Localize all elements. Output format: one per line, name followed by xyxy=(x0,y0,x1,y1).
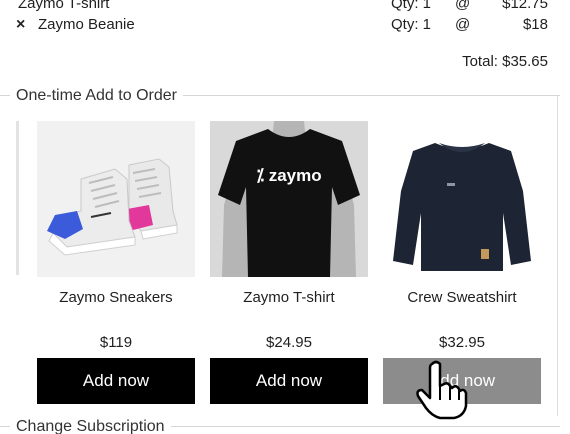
product-name: Zaymo Sneakers xyxy=(59,289,173,306)
product-price: $119 xyxy=(99,334,133,351)
addon-section-header: One-time Add to Order xyxy=(0,85,560,107)
product-card: Zaymo Sneakers $119 Add now xyxy=(37,121,195,404)
order-item-at: @ xyxy=(455,0,471,12)
change-subscription-title: Change Subscription xyxy=(10,416,171,434)
product-image[interactable] xyxy=(37,121,195,277)
close-icon[interactable]: × xyxy=(16,14,25,36)
order-item-price: $12.75 xyxy=(502,0,548,12)
order-item-name: Zaymo Beanie xyxy=(38,16,135,33)
order-total: Total: $35.65 xyxy=(462,53,548,70)
product-name: Crew Sweatshirt xyxy=(407,289,517,306)
addon-section-title: One-time Add to Order xyxy=(10,85,183,107)
order-item-name: Zaymo T-shirt xyxy=(18,0,110,12)
product-name: Zaymo T-shirt xyxy=(243,289,335,306)
product-image[interactable]: ⁒ zaymo xyxy=(210,121,368,277)
product-card: ⁒ zaymo Zaymo T-shirt $24.95 Add now xyxy=(210,121,368,404)
order-item-price: $18 xyxy=(522,16,548,33)
carousel-left-edge xyxy=(16,121,19,275)
sweatshirt-image xyxy=(383,121,541,277)
add-now-button[interactable]: Add now xyxy=(37,358,195,404)
product-card: Crew Sweatshirt $32.95 Add now xyxy=(383,121,541,404)
svg-text:⁒ zaymo: ⁒ zaymo xyxy=(256,166,321,185)
add-now-button[interactable]: Add now xyxy=(383,358,541,404)
product-price: $24.95 xyxy=(266,334,312,351)
order-item-qty: Qty: 1 xyxy=(391,0,432,12)
order-item-qty: Qty: 1 xyxy=(391,16,432,33)
section-right-border xyxy=(557,96,558,416)
order-item-at: @ xyxy=(455,16,471,33)
order-line-item: × Zaymo Beanie Qty: 1 @ $18 xyxy=(0,14,560,36)
change-subscription-header: Change Subscription xyxy=(0,416,560,434)
sneakers-image xyxy=(37,121,195,277)
add-now-button[interactable]: Add now xyxy=(210,358,368,404)
tshirt-image: ⁒ zaymo xyxy=(210,121,368,277)
product-image[interactable] xyxy=(383,121,541,277)
subscription-page: Zaymo T-shirt Qty: 1 @ $12.75 × Zaymo Be… xyxy=(0,0,570,434)
order-line-item: Zaymo T-shirt Qty: 1 @ $12.75 xyxy=(0,0,560,15)
product-price: $32.95 xyxy=(439,334,485,351)
